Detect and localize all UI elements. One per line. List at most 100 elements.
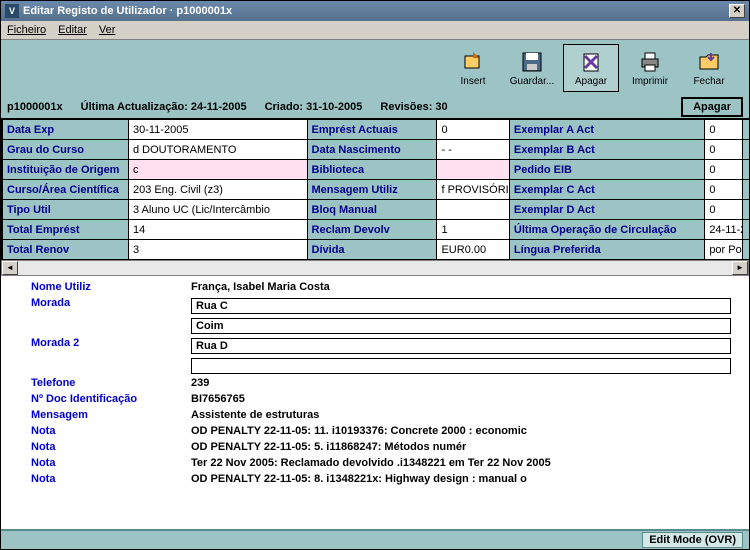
field-grid: Data Exp30-11-2005Emprést Actuais0Exempl… xyxy=(1,118,749,260)
address-line-2[interactable]: Coim xyxy=(191,318,731,334)
address2-line-2[interactable] xyxy=(191,358,731,374)
field-label: Bloq Manual xyxy=(308,200,438,220)
phone-value: 239 xyxy=(191,377,749,389)
grid-row: Instituição de OrigemcBiblioteca Pedido E… xyxy=(3,160,749,180)
info-bar: p1000001x Última Actualização: 24-11-200… xyxy=(1,96,749,118)
field-value[interactable]: 30-11-2005 xyxy=(129,120,308,140)
note-label: Nota xyxy=(1,473,191,485)
field-label: Mensagem Utiliz xyxy=(308,180,438,200)
address2-label: Morada 2 xyxy=(1,337,191,349)
field-label: Curso/Área Científica xyxy=(3,180,129,200)
message-value: Assistente de estruturas xyxy=(191,409,749,421)
field-label: Total Emprést xyxy=(3,220,129,240)
close-button[interactable]: Fechar xyxy=(681,44,737,92)
field-label: Exemplar B Act xyxy=(510,140,705,160)
name-label: Nome Utiliz xyxy=(1,281,191,293)
grid-row: Total Renov3DívidaEUR0.00Língua Preferid… xyxy=(3,240,749,260)
insert-button[interactable]: Insert xyxy=(445,44,501,92)
folder-icon xyxy=(697,50,721,74)
app-icon: V xyxy=(5,4,19,18)
field-label: Exemplar C Act xyxy=(510,180,705,200)
doc-value: BI7656765 xyxy=(191,393,749,405)
field-value[interactable] xyxy=(437,160,509,180)
menu-edit[interactable]: Editar xyxy=(58,24,87,36)
address2-line-1[interactable]: Rua D xyxy=(191,338,731,354)
field-value[interactable]: 1 xyxy=(437,220,509,240)
note-3: Ter 22 Nov 2005: Reclamado devolvido .i1… xyxy=(191,457,749,469)
note-label: Nota xyxy=(1,425,191,437)
field-label: Última Operação de Circulação xyxy=(510,220,705,240)
field-value[interactable]: 0 xyxy=(705,120,743,140)
field-label: Grau do Curso xyxy=(3,140,129,160)
field-label: Emprést Actuais xyxy=(308,120,438,140)
field-value[interactable]: c xyxy=(129,160,308,180)
record-id: p1000001x xyxy=(7,101,63,113)
status-bar: Edit Mode (OVR) xyxy=(1,529,749,549)
delete-record-button[interactable]: Apagar xyxy=(681,97,743,117)
field-value[interactable]: f PROVISÓRIO xyxy=(437,180,509,200)
field-value[interactable]: 0 xyxy=(705,160,743,180)
menu-file[interactable]: Ficheiro xyxy=(7,24,46,36)
field-label: Instituição de Origem xyxy=(3,160,129,180)
field-value[interactable]: 0 xyxy=(437,120,509,140)
message-label: Mensagem xyxy=(1,409,191,421)
menu-bar: Ficheiro Editar Ver xyxy=(1,21,749,40)
field-label: Língua Preferida xyxy=(510,240,705,260)
insert-icon xyxy=(461,50,485,74)
note-label: Nota xyxy=(1,441,191,453)
toolbar: Insert Guardar... Apagar Imprimir Fechar xyxy=(1,40,749,96)
grid-row: Grau do Cursod DOUTORAMENTOData Nascimen… xyxy=(3,140,749,160)
field-value[interactable]: EUR0.00 xyxy=(437,240,509,260)
field-label: Reclam Devolv xyxy=(308,220,438,240)
grid-row: Data Exp30-11-2005Emprést Actuais0Exempl… xyxy=(3,120,749,140)
field-value[interactable] xyxy=(437,200,509,220)
field-value[interactable]: por Po xyxy=(705,240,743,260)
address-line-1[interactable]: Rua C xyxy=(191,298,731,314)
field-label: Tipo Util xyxy=(3,200,129,220)
phone-label: Telefone xyxy=(1,377,191,389)
created-date: Criado: 31-10-2005 xyxy=(265,101,363,113)
grid-row: Tipo Util3 Aluno UC (Lic/IntercâmbioBloq… xyxy=(3,200,749,220)
field-value[interactable]: d DOUTORAMENTO xyxy=(129,140,308,160)
close-window-button[interactable]: ✕ xyxy=(729,4,745,18)
save-icon xyxy=(520,50,544,74)
field-value[interactable]: 3 xyxy=(129,240,308,260)
field-value[interactable]: 24-11-2 xyxy=(705,220,743,240)
name-value: França, Isabel Maria Costa xyxy=(191,281,749,293)
save-button[interactable]: Guardar... xyxy=(504,44,560,92)
detail-panel: Nome UtilizFrança, Isabel Maria Costa Mo… xyxy=(1,276,749,529)
menu-view[interactable]: Ver xyxy=(99,24,116,36)
window-title: Editar Registo de Utilizador · p1000001x xyxy=(23,5,232,17)
grid-row: Curso/Área Científica203 Eng. Civil (z3)… xyxy=(3,180,749,200)
field-value[interactable]: - - xyxy=(437,140,509,160)
revisions: Revisões: 30 xyxy=(380,101,447,113)
scroll-left-icon[interactable]: ◄ xyxy=(2,261,18,275)
field-label: Dívida xyxy=(308,240,438,260)
doc-label: Nº Doc Identificação xyxy=(1,393,191,405)
edit-mode-indicator: Edit Mode (OVR) xyxy=(642,532,743,548)
field-label: Biblioteca xyxy=(308,160,438,180)
field-label: Exemplar A Act xyxy=(510,120,705,140)
field-value[interactable]: 0 xyxy=(705,180,743,200)
field-label: Total Renov xyxy=(3,240,129,260)
field-label: Pedido EIB xyxy=(510,160,705,180)
last-updated: Última Actualização: 24-11-2005 xyxy=(81,101,247,113)
field-value[interactable]: 3 Aluno UC (Lic/Intercâmbio xyxy=(129,200,308,220)
field-value[interactable]: 0 xyxy=(705,200,743,220)
field-value[interactable]: 203 Eng. Civil (z3) xyxy=(129,180,308,200)
horizontal-scrollbar[interactable]: ◄ ► xyxy=(1,260,749,276)
field-label: Data Exp xyxy=(3,120,129,140)
field-value[interactable]: 14 xyxy=(129,220,308,240)
delete-icon xyxy=(579,50,603,74)
note-4: OD PENALTY 22-11-05: 8. i1348221x: Highw… xyxy=(191,473,749,485)
note-2: OD PENALTY 22-11-05: 5. i11868247: Métod… xyxy=(191,441,749,453)
field-label: Data Nascimento xyxy=(308,140,438,160)
title-bar: V Editar Registo de Utilizador · p100000… xyxy=(1,1,749,21)
field-value[interactable]: 0 xyxy=(705,140,743,160)
scroll-right-icon[interactable]: ► xyxy=(732,261,748,275)
delete-button[interactable]: Apagar xyxy=(563,44,619,92)
print-icon xyxy=(638,50,662,74)
field-label: Exemplar D Act xyxy=(510,200,705,220)
note-1: OD PENALTY 22-11-05: 11. i10193376: Conc… xyxy=(191,425,749,437)
print-button[interactable]: Imprimir xyxy=(622,44,678,92)
